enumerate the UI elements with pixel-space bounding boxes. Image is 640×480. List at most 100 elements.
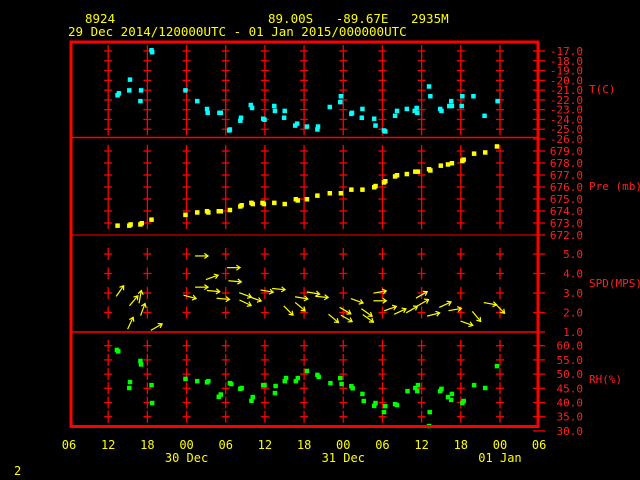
rh-point — [427, 409, 432, 415]
pressure-point — [360, 187, 365, 192]
pressure-point — [115, 223, 120, 228]
x-tick-label: 06 — [62, 438, 76, 452]
wind-arrow — [206, 288, 221, 295]
wind-arrow — [140, 302, 147, 316]
temperature-point — [204, 106, 210, 112]
wind-arrow — [227, 264, 242, 271]
rh-point — [381, 409, 387, 415]
temperature-point — [404, 106, 410, 112]
temperature-point — [272, 103, 277, 109]
temperature-point — [304, 124, 310, 129]
temperature-point — [394, 108, 400, 114]
rh-point — [295, 375, 301, 381]
wind-arrow — [183, 294, 198, 301]
temperature-point — [249, 105, 255, 111]
wind-arrow — [393, 307, 407, 315]
pressure-point — [261, 201, 267, 207]
y-tick-label: 30.0 — [557, 425, 584, 438]
x-tick-label: 18 — [297, 438, 311, 452]
temperature-point — [218, 110, 223, 116]
temperature-point — [482, 113, 487, 119]
rh-point — [350, 386, 355, 391]
temperature-point — [149, 49, 155, 55]
pressure-point — [349, 187, 354, 192]
wind-arrow — [294, 295, 309, 302]
pressure-point — [250, 201, 255, 207]
rh-point — [228, 381, 234, 387]
pressure-point — [373, 183, 378, 189]
rh-point — [360, 391, 365, 397]
pressure-point — [315, 193, 320, 198]
pressure-point — [206, 210, 211, 215]
wind-arrow — [195, 252, 210, 259]
y-axis-unit-label: Pre (mb) — [589, 180, 640, 193]
pressure-point — [394, 173, 400, 178]
pressure-point — [438, 163, 444, 168]
pressure-point — [128, 222, 133, 227]
data-marks — [114, 48, 506, 429]
rh-point — [361, 398, 367, 404]
x-tick-label: 06 — [375, 438, 389, 452]
wind-arrow — [438, 300, 452, 308]
pressure-point — [149, 217, 154, 222]
wind-arrow — [239, 299, 253, 307]
temperature-point — [349, 110, 355, 116]
wind-arrow — [483, 301, 498, 308]
wind-arrow — [228, 278, 243, 285]
temperature-point — [392, 113, 398, 119]
pressure-point — [218, 209, 223, 214]
pressure-point — [461, 157, 466, 162]
temperature-point — [428, 93, 433, 99]
temperature-point — [127, 88, 132, 93]
x-day-label: 31 Dec — [322, 451, 365, 465]
rh-point — [272, 390, 278, 396]
wind-arrow — [350, 298, 365, 305]
pressure-point — [471, 151, 477, 156]
temperature-point — [383, 129, 388, 134]
x-tick-label: 06 — [218, 438, 232, 452]
rh-point — [127, 379, 133, 385]
x-tick-label: 18 — [140, 438, 154, 452]
x-tick-label: 18 — [454, 438, 468, 452]
y-tick-label: 40.0 — [557, 397, 584, 410]
temperature-point — [439, 108, 444, 114]
pressure-point — [415, 169, 421, 174]
rh-point — [461, 398, 466, 404]
rh-point — [337, 375, 343, 381]
pressure-point — [295, 198, 301, 203]
y-tick-label: 55.0 — [557, 354, 584, 367]
temperature-point — [294, 121, 300, 126]
pressure-point — [272, 200, 277, 206]
x-tick-label: 12 — [258, 438, 272, 452]
rh-point — [373, 400, 378, 406]
wind-arrow — [216, 296, 231, 303]
x-tick-label: 06 — [532, 438, 546, 452]
rh-point — [149, 382, 154, 388]
wind-arrow — [373, 297, 388, 304]
rh-point — [449, 391, 455, 397]
y-axis-unit-label: RH(%) — [589, 373, 622, 386]
wind-arrow — [306, 290, 321, 297]
rh-point — [304, 368, 310, 374]
temperature-point — [138, 88, 144, 93]
time-period: 29 Dec 2014/120000UTC - 01 Jan 2015/0000… — [68, 24, 407, 39]
pressure-point — [404, 171, 410, 177]
wind-arrow — [405, 305, 419, 314]
temperature-point — [116, 91, 122, 96]
rh-point — [449, 397, 454, 403]
temperature-point — [459, 103, 464, 109]
wind-arrow — [150, 322, 164, 331]
rh-point — [471, 382, 477, 388]
y-tick-label: 3.0 — [563, 287, 583, 300]
pressure-point — [227, 207, 233, 213]
rh-point — [183, 376, 188, 382]
rh-point — [194, 378, 200, 384]
wind-arrow — [272, 286, 287, 293]
wind-arrow — [460, 320, 474, 328]
temperature-point — [359, 115, 365, 121]
temperature-point — [327, 104, 333, 110]
wind-arrow — [416, 298, 430, 307]
temperature-point — [449, 103, 455, 109]
x-day-label: 01 Jan — [478, 451, 521, 465]
temperature-point — [495, 98, 500, 104]
